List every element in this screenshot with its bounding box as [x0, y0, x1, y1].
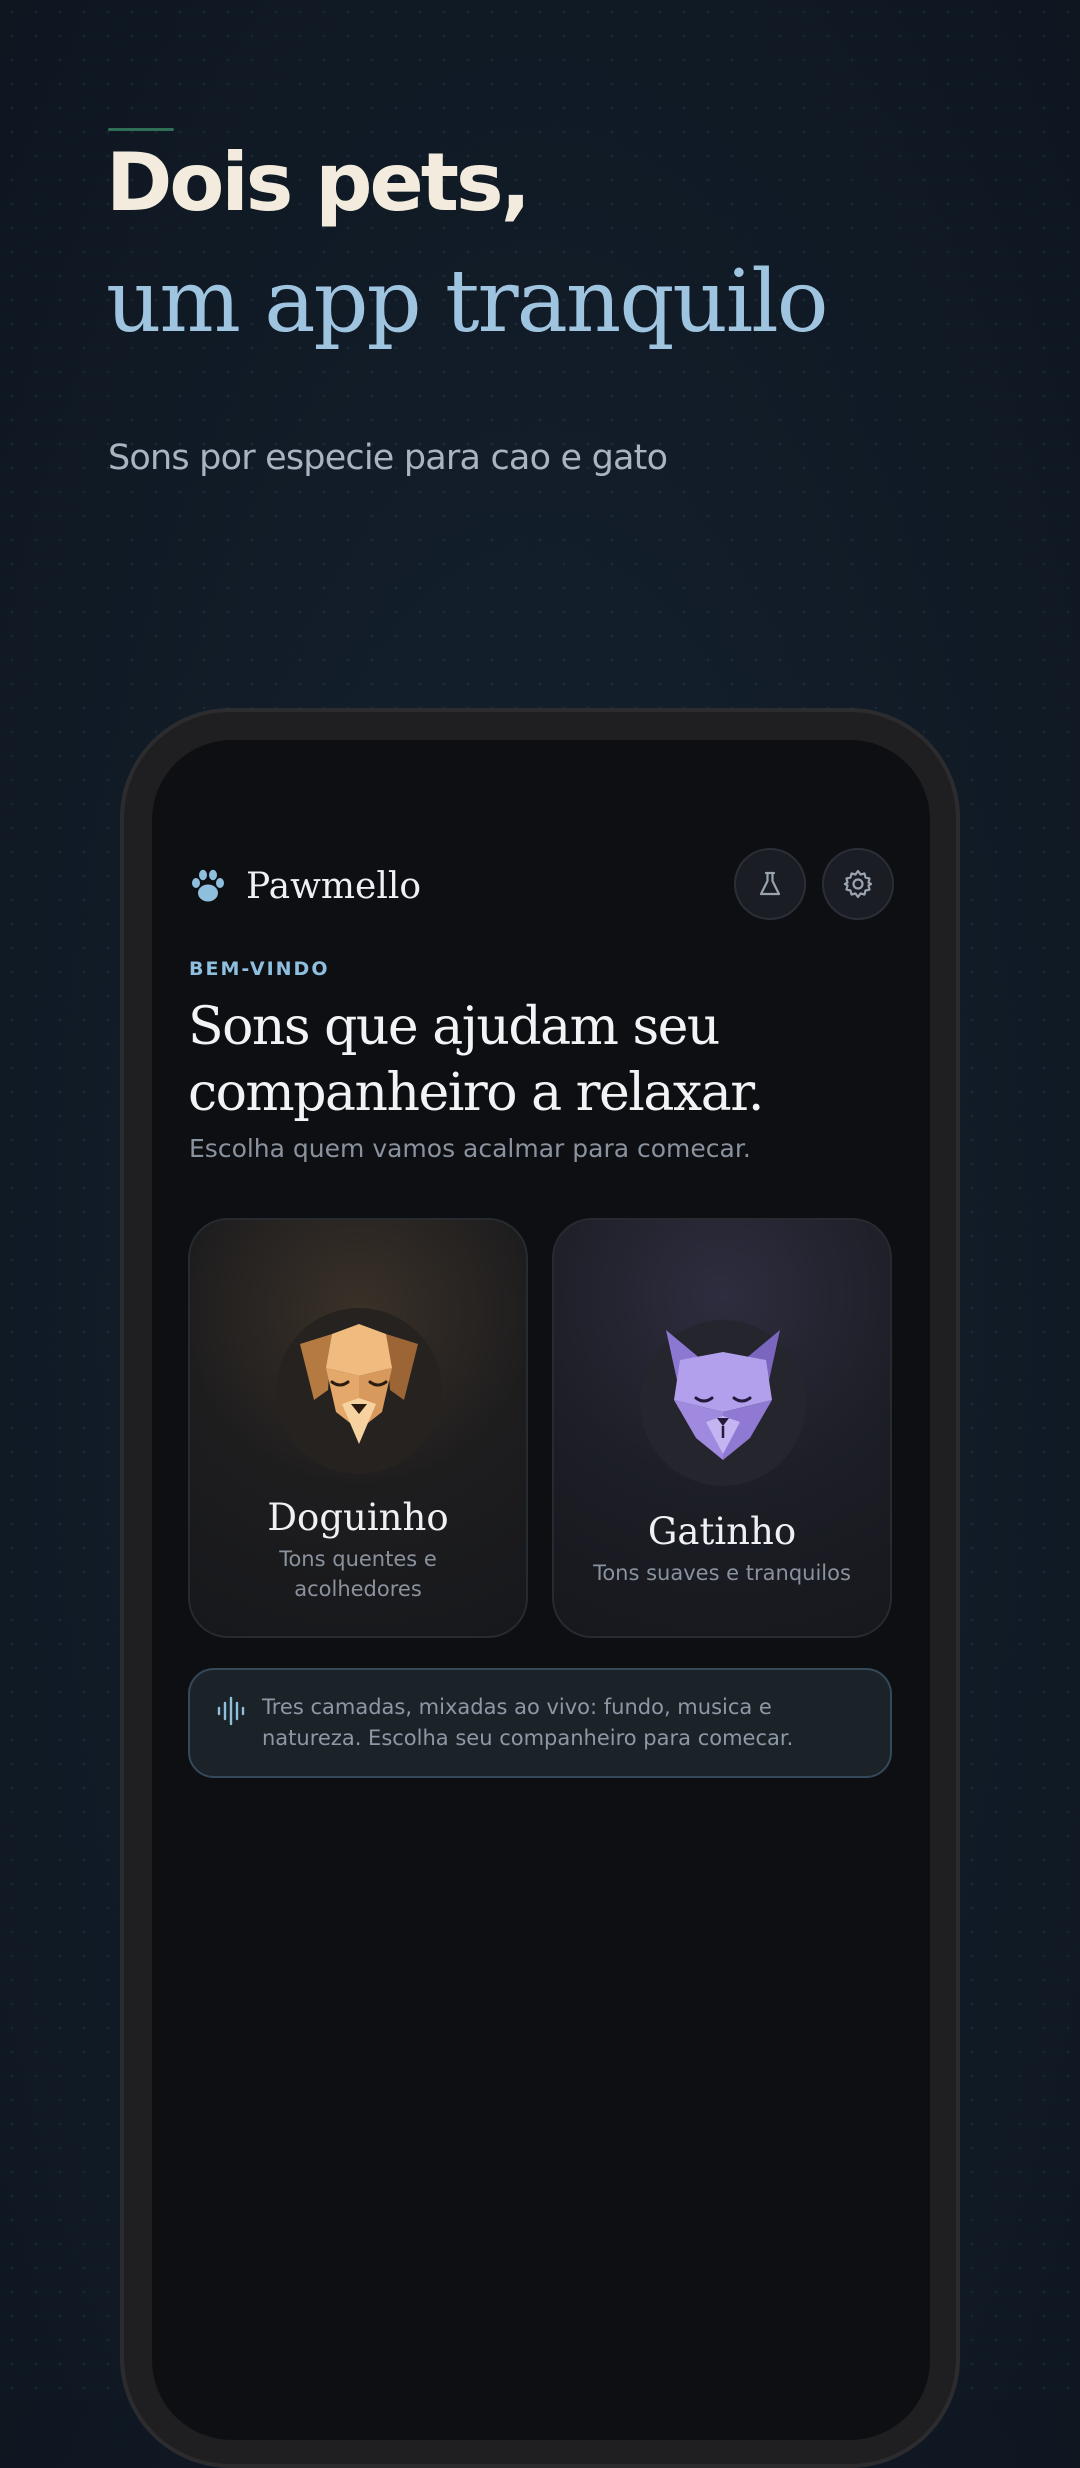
lab-button[interactable] — [734, 848, 806, 920]
info-box: Tres camadas, mixadas ao vivo: fundo, mu… — [188, 1668, 892, 1778]
pet-avatar — [276, 1308, 442, 1474]
pet-name: Doguinho — [267, 1496, 449, 1539]
pet-avatar — [640, 1320, 806, 1486]
info-text: Tres camadas, mixadas ao vivo: fundo, mu… — [262, 1695, 794, 1750]
welcome-title: Sons que ajudam seu companheiro a relaxa… — [188, 997, 764, 1123]
settings-button[interactable] — [822, 848, 894, 920]
dog-face-icon — [300, 1324, 418, 1444]
welcome-eyebrow: BEM-VINDO — [189, 958, 330, 980]
gear-icon — [843, 869, 873, 899]
brand-name: Pawmello — [246, 865, 422, 907]
brand: Pawmello — [188, 848, 421, 924]
sound-wave-icon — [217, 1696, 245, 1726]
hero-tagline: Sons por especie para cao e gato — [108, 438, 668, 478]
phone-screen: Pawmello BEM-VINDO Sons que ajudam seu c… — [152, 740, 930, 2440]
app-header: Pawmello — [188, 848, 894, 924]
pet-description: Tons suaves e tranquilos — [593, 1561, 851, 1585]
welcome-subtitle: Escolha quem vamos acalmar para comecar. — [189, 1134, 751, 1163]
pet-name: Gatinho — [647, 1510, 797, 1553]
pet-description: Tons quentes e acolhedores — [279, 1547, 437, 1601]
cat-face-icon — [666, 1330, 780, 1460]
hero-title: Dois pets, — [106, 136, 531, 229]
paw-icon — [192, 869, 224, 902]
flask-icon — [759, 871, 781, 896]
hero-subtitle: um app tranquilo — [106, 252, 829, 352]
accent-line — [108, 128, 174, 131]
pet-card-dog[interactable]: Doguinho Tons quentes e acolhedores — [188, 1218, 528, 1638]
pet-card-cat[interactable]: Gatinho Tons suaves e tranquilos — [552, 1218, 892, 1638]
